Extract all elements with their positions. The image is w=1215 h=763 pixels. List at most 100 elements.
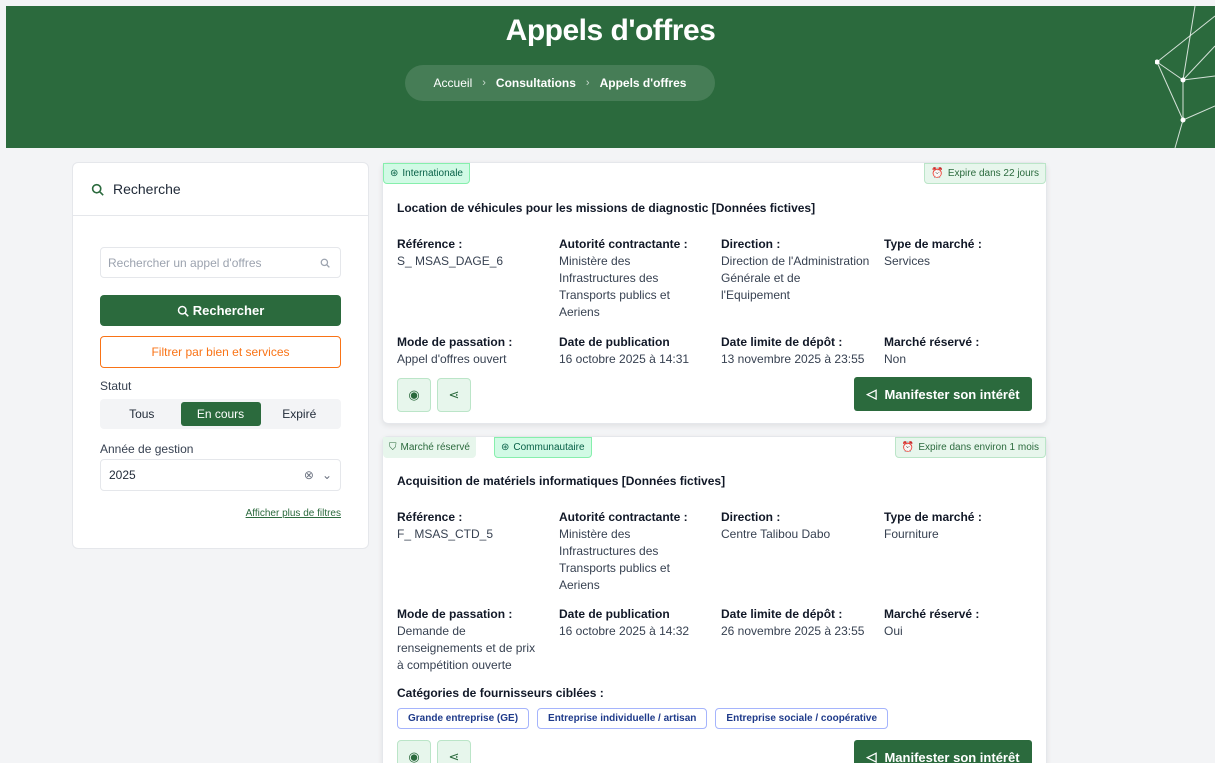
status-segmented-control: Tous En cours Expiré: [100, 399, 341, 429]
direction-label: Direction :: [721, 237, 781, 251]
clear-icon[interactable]: ⊗: [304, 468, 314, 482]
breadcrumb-home[interactable]: Accueil: [434, 76, 473, 90]
breadcrumb-separator-icon: ›: [482, 77, 486, 89]
search-button-label: Rechercher: [192, 303, 265, 318]
express-interest-label: Manifester son intérêt: [884, 749, 1020, 763]
category-chip: Entreprise individuelle / artisan: [537, 708, 708, 729]
share-button[interactable]: ⋖: [437, 740, 471, 763]
direction-value: Centre Talibou Dabo: [721, 527, 831, 541]
search-icon: [177, 305, 189, 317]
tag-label: Marché réservé: [400, 442, 470, 453]
reference-field: Référence : S_ MSAS_DAGE_6: [397, 236, 547, 270]
publication-date-value: 16 octobre 2025 à 14:31: [559, 352, 690, 366]
shield-check-icon: ⛉: [389, 442, 397, 453]
publication-date-label: Date de publication: [559, 335, 670, 349]
supplier-categories: Grande entreprise (GE) Entreprise indivi…: [397, 708, 889, 729]
market-type-field: Type de marché : Fourniture: [884, 509, 1034, 543]
tag-international: ⊛ Internationale: [383, 163, 470, 184]
authority-label: Autorité contractante :: [559, 510, 688, 524]
market-type-value: Fourniture: [884, 527, 939, 541]
year-label: Année de gestion: [100, 442, 194, 456]
reserved-field: Marché réservé : Oui: [884, 606, 1034, 640]
mode-value: Demande de renseignements et de prix à c…: [397, 624, 536, 672]
mode-field: Mode de passation : Appel d'offres ouver…: [397, 334, 547, 368]
share-button[interactable]: ⋖: [437, 378, 471, 412]
publication-date-value: 16 octobre 2025 à 14:32: [559, 624, 690, 638]
search-button[interactable]: Rechercher: [100, 295, 341, 326]
deadline-label: Date limite de dépôt :: [721, 607, 843, 621]
authority-value: Ministère des Infrastructures des Transp…: [559, 254, 670, 319]
mode-value: Appel d'offres ouvert: [397, 352, 507, 366]
status-label: Statut: [100, 379, 132, 393]
globe-icon: ⊛: [501, 442, 510, 453]
reserved-value: Oui: [884, 624, 903, 638]
status-option-all[interactable]: Tous: [103, 402, 181, 426]
publication-date-field: Date de publication 16 octobre 2025 à 14…: [559, 334, 709, 368]
status-option-expired[interactable]: Expiré: [261, 402, 339, 426]
direction-field: Direction : Centre Talibou Dabo: [721, 509, 871, 543]
authority-value: Ministère des Infrastructures des Transp…: [559, 527, 670, 592]
year-select[interactable]: 2025 ⊗ ⌄: [100, 459, 341, 491]
network-decoration-icon: [1155, 6, 1215, 148]
megaphone-icon: ◁: [866, 386, 877, 401]
year-value: 2025: [109, 468, 136, 482]
expiry-badge: ⏰ Expire dans 22 jours: [924, 163, 1046, 184]
authority-field: Autorité contractante : Ministère des In…: [559, 236, 699, 321]
authority-label: Autorité contractante :: [559, 237, 688, 251]
status-option-ongoing[interactable]: En cours: [180, 402, 261, 426]
publication-date-label: Date de publication: [559, 607, 670, 621]
reserved-field: Marché réservé : Non: [884, 334, 1034, 368]
direction-field: Direction : Direction de l'Administratio…: [721, 236, 871, 304]
reference-label: Référence :: [397, 237, 463, 251]
search-panel-title: Recherche: [113, 181, 181, 197]
reference-label: Référence :: [397, 510, 463, 524]
tag-label: Communautaire: [513, 442, 585, 453]
deadline-label: Date limite de dépôt :: [721, 335, 843, 349]
expiry-badge: ⏰ Expire dans environ 1 mois: [894, 437, 1046, 458]
deadline-value: 13 novembre 2025 à 23:55: [721, 352, 865, 366]
deadline-field: Date limite de dépôt : 13 novembre 2025 …: [721, 334, 881, 368]
tag-label: Internationale: [402, 168, 463, 179]
search-icon: [91, 183, 104, 196]
market-type-value: Services: [884, 254, 931, 268]
share-icon: ⋖: [448, 387, 460, 402]
search-icon: [320, 258, 330, 268]
view-button[interactable]: ◉: [397, 378, 431, 412]
market-type-label: Type de marché :: [884, 237, 982, 251]
tender-title[interactable]: Location de véhicules pour les missions …: [397, 201, 815, 215]
megaphone-icon: ◁: [866, 749, 877, 763]
breadcrumb-consultations[interactable]: Consultations: [496, 76, 576, 90]
view-button[interactable]: ◉: [397, 740, 431, 763]
tender-title[interactable]: Acquisition de matériels informatiques […: [397, 474, 725, 488]
breadcrumb-current: Appels d'offres: [599, 76, 687, 90]
alarm-clock-icon: ⏰: [901, 442, 915, 453]
mode-field: Mode de passation : Demande de renseigne…: [397, 606, 545, 674]
mode-label: Mode de passation :: [397, 335, 513, 349]
publication-date-field: Date de publication 16 octobre 2025 à 14…: [559, 606, 709, 640]
express-interest-button[interactable]: ◁ Manifester son intérêt: [854, 740, 1032, 763]
more-filters-link[interactable]: Afficher plus de filtres: [246, 508, 341, 519]
reference-value: S_ MSAS_DAGE_6: [397, 254, 504, 268]
reserved-value: Non: [884, 352, 907, 366]
express-interest-button[interactable]: ◁ Manifester son intérêt: [854, 377, 1032, 411]
category-chip: Grande entreprise (GE): [397, 708, 530, 729]
direction-label: Direction :: [721, 510, 781, 524]
reference-field: Référence : F_ MSAS_CTD_5: [397, 509, 547, 543]
search-input[interactable]: Rechercher un appel d'offres: [100, 247, 341, 278]
breadcrumb: Accueil › Consultations › Appels d'offre…: [405, 65, 715, 101]
breadcrumb-separator-icon: ›: [585, 77, 590, 89]
expiry-text: Expire dans environ 1 mois: [918, 442, 1039, 453]
page-title: Appels d'offres: [505, 14, 716, 47]
market-type-label: Type de marché :: [884, 510, 982, 524]
tender-card: ⛉ Marché réservé ⊛ Communautaire ⏰ Expir…: [382, 436, 1047, 763]
category-chip: Entreprise sociale / coopérative: [715, 708, 889, 729]
filter-goods-services-button[interactable]: Filtrer par bien et services: [100, 336, 341, 368]
authority-field: Autorité contractante : Ministère des In…: [559, 509, 699, 594]
chevron-down-icon[interactable]: ⌄: [322, 468, 332, 482]
reserved-label: Marché réservé :: [884, 607, 980, 621]
eye-icon: ◉: [408, 749, 420, 763]
deadline-value: 26 novembre 2025 à 23:55: [721, 624, 865, 638]
deadline-field: Date limite de dépôt : 26 novembre 2025 …: [721, 606, 881, 640]
eye-icon: ◉: [408, 387, 420, 402]
search-input-placeholder: Rechercher un appel d'offres: [108, 255, 262, 270]
